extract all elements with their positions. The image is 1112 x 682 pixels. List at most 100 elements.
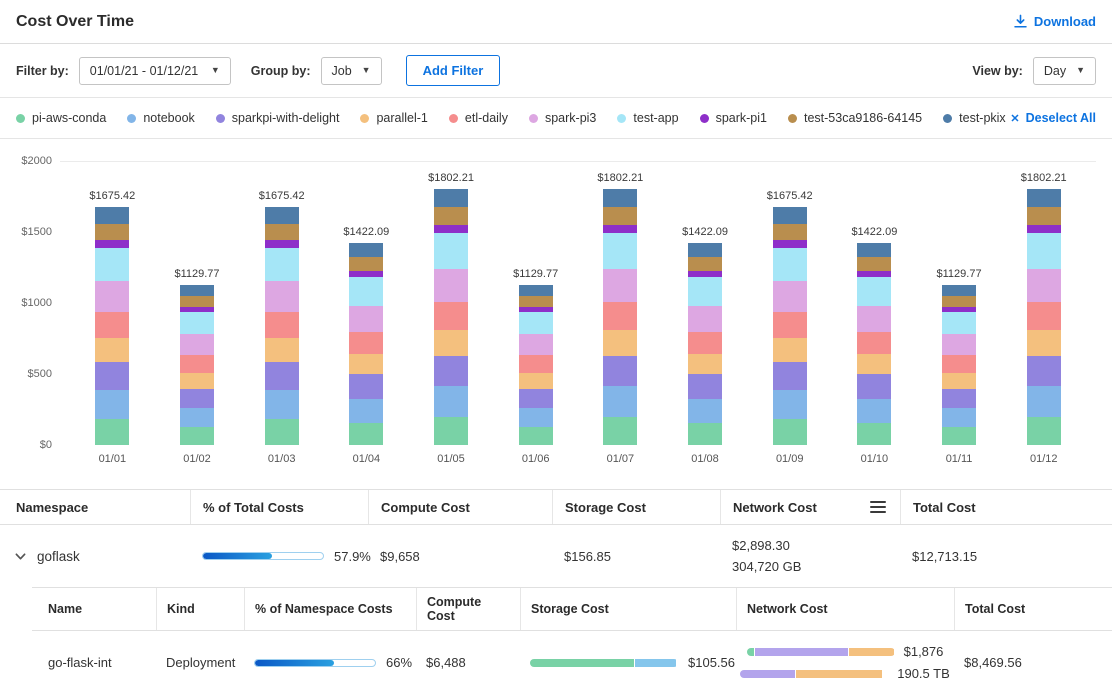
stacked-bar[interactable] [603,189,637,445]
bar-segment-test-app[interactable] [265,248,299,281]
bar-segment-test-pkix[interactable] [519,285,553,296]
bar-segment-parallel-1[interactable] [688,354,722,374]
bar-segment-etl-daily[interactable] [603,302,637,330]
bar-segment-pi-aws-conda[interactable] [1027,417,1061,445]
bar-segment-test-pkix[interactable] [434,189,468,207]
bar-segment-sparkpi-with-delight[interactable] [180,389,214,408]
bar-segment-test-53ca9186-64145[interactable] [1027,207,1061,225]
bar-segment-notebook[interactable] [265,390,299,419]
bar-segment-spark-pi1[interactable] [434,225,468,233]
bar-segment-test-app[interactable] [857,277,891,305]
legend-item-parallel-1[interactable]: parallel-1 [360,111,427,125]
download-button[interactable]: Download [1013,14,1096,29]
bar-segment-sparkpi-with-delight[interactable] [773,362,807,391]
bar-segment-parallel-1[interactable] [434,330,468,356]
bar-segment-sparkpi-with-delight[interactable] [603,356,637,387]
bar-segment-pi-aws-conda[interactable] [434,417,468,445]
bar-segment-test-53ca9186-64145[interactable] [265,224,299,241]
bar-segment-notebook[interactable] [688,399,722,423]
bar-segment-pi-aws-conda[interactable] [180,427,214,445]
bar-segment-notebook[interactable] [180,408,214,427]
bar-segment-test-53ca9186-64145[interactable] [434,207,468,225]
bar-segment-parallel-1[interactable] [603,330,637,356]
bar-segment-test-pkix[interactable] [857,243,891,257]
bar-segment-test-53ca9186-64145[interactable] [519,296,553,307]
legend-item-spark-pi1[interactable]: spark-pi1 [700,111,767,125]
bar-segment-spark-pi3[interactable] [349,306,383,332]
bar-segment-sparkpi-with-delight[interactable] [349,374,383,398]
bar-segment-spark-pi3[interactable] [95,281,129,312]
bar-segment-spark-pi3[interactable] [857,306,891,332]
legend-item-etl-daily[interactable]: etl-daily [449,111,508,125]
bar-segment-etl-daily[interactable] [773,312,807,338]
bar-segment-parallel-1[interactable] [773,338,807,362]
bar-segment-etl-daily[interactable] [349,332,383,354]
bar-segment-test-app[interactable] [1027,233,1061,269]
bar-segment-test-pkix[interactable] [773,207,807,224]
bar-segment-etl-daily[interactable] [1027,302,1061,330]
bar-segment-spark-pi1[interactable] [1027,225,1061,233]
bar-segment-spark-pi3[interactable] [942,334,976,355]
bar-segment-test-53ca9186-64145[interactable] [603,207,637,225]
stacked-bar[interactable] [773,207,807,445]
add-filter-button[interactable]: Add Filter [406,55,501,86]
stacked-bar[interactable] [434,189,468,445]
bar-segment-spark-pi3[interactable] [180,334,214,355]
bar-segment-test-53ca9186-64145[interactable] [773,224,807,241]
bar-segment-spark-pi3[interactable] [773,281,807,312]
legend-item-pi-aws-conda[interactable]: pi-aws-conda [16,111,106,125]
bar-segment-test-app[interactable] [603,233,637,269]
bar-segment-test-53ca9186-64145[interactable] [349,257,383,271]
stacked-bar[interactable] [857,243,891,445]
bar-segment-notebook[interactable] [1027,386,1061,417]
bar-segment-sparkpi-with-delight[interactable] [265,362,299,391]
bar-segment-pi-aws-conda[interactable] [349,423,383,445]
bar-segment-sparkpi-with-delight[interactable] [857,374,891,398]
bar-segment-pi-aws-conda[interactable] [95,419,129,445]
bar-segment-test-pkix[interactable] [688,243,722,257]
bar-segment-test-app[interactable] [434,233,468,269]
bar-segment-test-app[interactable] [95,248,129,281]
bar-segment-etl-daily[interactable] [942,355,976,373]
bar-segment-spark-pi1[interactable] [95,240,129,247]
legend-item-spark-pi3[interactable]: spark-pi3 [529,111,596,125]
bar-segment-test-53ca9186-64145[interactable] [857,257,891,271]
legend-item-notebook[interactable]: notebook [127,111,194,125]
bar-segment-test-53ca9186-64145[interactable] [942,296,976,307]
bar-segment-notebook[interactable] [519,408,553,427]
stacked-bar[interactable] [519,285,553,445]
legend-item-test-53ca9186-64145[interactable]: test-53ca9186-64145 [788,111,922,125]
bar-segment-etl-daily[interactable] [688,332,722,354]
bar-segment-notebook[interactable] [349,399,383,423]
bar-segment-sparkpi-with-delight[interactable] [942,389,976,408]
bar-segment-test-app[interactable] [519,312,553,334]
bar-segment-test-app[interactable] [942,312,976,334]
bar-segment-notebook[interactable] [603,386,637,417]
bar-segment-sparkpi-with-delight[interactable] [95,362,129,391]
bar-segment-etl-daily[interactable] [857,332,891,354]
deselect-all-button[interactable]: ✕ Deselect All [1010,111,1096,125]
bar-segment-parallel-1[interactable] [265,338,299,362]
bar-segment-parallel-1[interactable] [519,373,553,389]
bar-segment-spark-pi3[interactable] [1027,269,1061,302]
date-range-select[interactable]: 01/01/21 - 01/12/21 ▼ [79,57,231,85]
bar-segment-pi-aws-conda[interactable] [688,423,722,445]
view-by-select[interactable]: Day ▼ [1033,57,1096,85]
bar-segment-sparkpi-with-delight[interactable] [434,356,468,387]
bar-segment-sparkpi-with-delight[interactable] [1027,356,1061,387]
bar-segment-test-pkix[interactable] [95,207,129,224]
stacked-bar[interactable] [180,285,214,445]
bar-segment-test-pkix[interactable] [1027,189,1061,207]
bar-segment-pi-aws-conda[interactable] [265,419,299,445]
bar-segment-etl-daily[interactable] [95,312,129,338]
bar-segment-parallel-1[interactable] [95,338,129,362]
bar-segment-etl-daily[interactable] [519,355,553,373]
legend-item-sparkpi-with-delight[interactable]: sparkpi-with-delight [216,111,340,125]
bar-segment-pi-aws-conda[interactable] [942,427,976,445]
stacked-bar[interactable] [265,207,299,445]
bar-segment-pi-aws-conda[interactable] [603,417,637,445]
column-settings-icon[interactable] [868,499,888,515]
bar-segment-spark-pi1[interactable] [603,225,637,233]
workload-row-go-flask-int[interactable]: go-flask-int Deployment 66% $6,488 $105.… [32,631,1112,682]
legend-item-test-app[interactable]: test-app [617,111,678,125]
